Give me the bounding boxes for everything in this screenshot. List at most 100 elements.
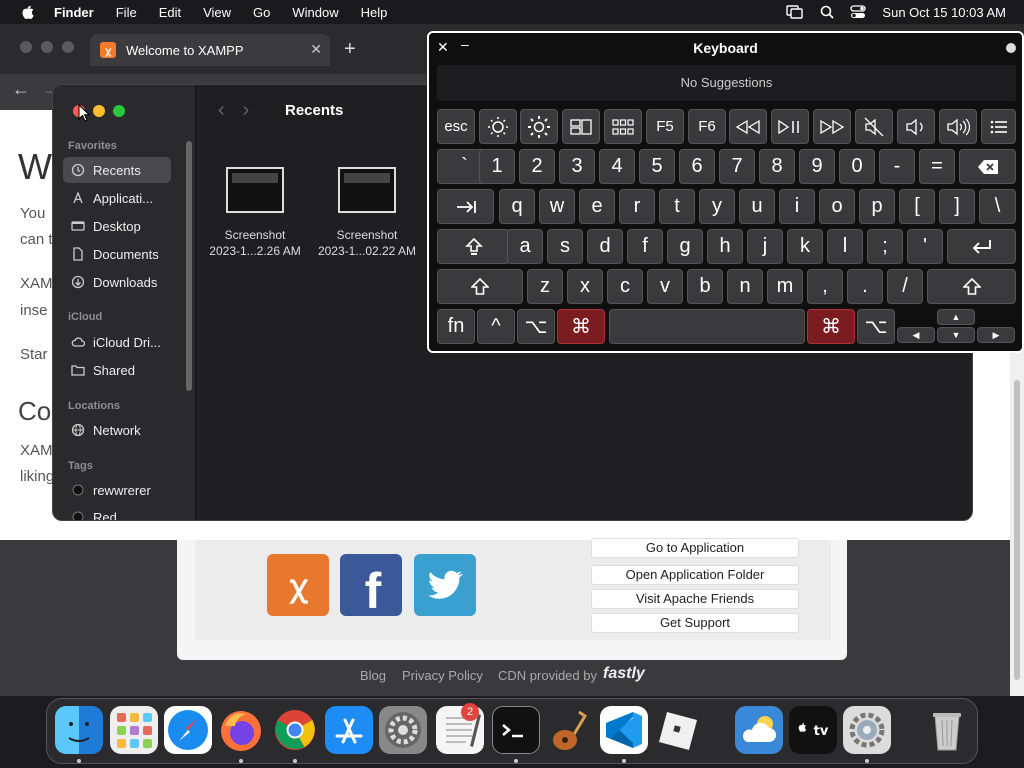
key-1[interactable]: 1 bbox=[479, 149, 515, 184]
back-arrow-icon[interactable]: ← bbox=[12, 79, 30, 100]
key-f5[interactable]: F5 bbox=[646, 109, 684, 144]
key-option-left[interactable]: ⌥ bbox=[517, 309, 555, 344]
go-to-application-button[interactable]: Go to Application bbox=[591, 538, 799, 558]
key-slash[interactable]: / bbox=[887, 269, 923, 304]
sidebar-item-desktop[interactable]: Desktop bbox=[63, 213, 171, 239]
key-mission-control[interactable] bbox=[562, 109, 600, 144]
key-n[interactable]: n bbox=[727, 269, 763, 304]
sidebar-item-shared[interactable]: Shared bbox=[63, 357, 171, 383]
weather-dock-icon[interactable] bbox=[735, 706, 783, 754]
key-arrow-up[interactable]: ▲ bbox=[937, 309, 975, 325]
sidebar-item-icloud-drive[interactable]: iCloud Dri... bbox=[63, 329, 171, 355]
tab-close-icon[interactable]: ✕ bbox=[310, 41, 322, 58]
key-c[interactable]: c bbox=[607, 269, 643, 304]
open-application-folder-button[interactable]: Open Application Folder bbox=[591, 565, 799, 585]
chrome-dock-icon[interactable] bbox=[271, 706, 319, 754]
key-j[interactable]: j bbox=[747, 229, 783, 264]
key-fast-forward[interactable] bbox=[813, 109, 851, 144]
safari-dock-icon[interactable] bbox=[164, 706, 212, 754]
sidebar-item-tag[interactable]: rewwrerer bbox=[63, 477, 171, 503]
scrollbar-thumb[interactable] bbox=[1014, 380, 1020, 680]
key-arrow-left[interactable]: ◀ bbox=[897, 327, 935, 343]
finder-nav-arrows[interactable]: ‹› bbox=[218, 99, 267, 122]
key-b[interactable]: b bbox=[687, 269, 723, 304]
key-shift-left[interactable] bbox=[437, 269, 523, 304]
menu-edit[interactable]: Edit bbox=[159, 5, 181, 20]
finder-minimize-button[interactable] bbox=[93, 105, 105, 117]
key-y[interactable]: y bbox=[699, 189, 735, 224]
new-tab-icon[interactable]: + bbox=[344, 38, 356, 61]
key-2[interactable]: 2 bbox=[519, 149, 555, 184]
firefox-dock-icon[interactable] bbox=[217, 706, 265, 754]
key-x[interactable]: x bbox=[567, 269, 603, 304]
key-volume-up[interactable] bbox=[939, 109, 977, 144]
key-caps-lock[interactable] bbox=[437, 229, 510, 264]
key-option-right[interactable]: ⌥ bbox=[857, 309, 895, 344]
menu-go[interactable]: Go bbox=[253, 5, 270, 20]
sidebar-item-documents[interactable]: Documents bbox=[63, 241, 171, 267]
key-r[interactable]: r bbox=[619, 189, 655, 224]
key-p[interactable]: p bbox=[859, 189, 895, 224]
key-arrow-down[interactable]: ▼ bbox=[937, 327, 975, 343]
key-4[interactable]: 4 bbox=[599, 149, 635, 184]
key-quote[interactable]: ' bbox=[907, 229, 943, 264]
apple-tv-dock-icon[interactable]: tv bbox=[789, 706, 837, 754]
key-command-left[interactable]: ⌘ bbox=[557, 309, 605, 344]
settings-gear-dock-icon[interactable] bbox=[843, 706, 891, 754]
key-7[interactable]: 7 bbox=[719, 149, 755, 184]
key-a[interactable]: a bbox=[507, 229, 543, 264]
key-list[interactable] bbox=[981, 109, 1016, 144]
key-5[interactable]: 5 bbox=[639, 149, 675, 184]
browser-minimize-light[interactable] bbox=[41, 41, 53, 53]
key-q[interactable]: q bbox=[499, 189, 535, 224]
menu-clock[interactable]: Sun Oct 15 10:03 AM bbox=[882, 5, 1006, 20]
key-m[interactable]: m bbox=[767, 269, 803, 304]
key-v[interactable]: v bbox=[647, 269, 683, 304]
key-w[interactable]: w bbox=[539, 189, 575, 224]
app-store-dock-icon[interactable] bbox=[325, 706, 373, 754]
key-return[interactable] bbox=[947, 229, 1016, 264]
key-8[interactable]: 8 bbox=[759, 149, 795, 184]
key-f[interactable]: f bbox=[627, 229, 663, 264]
launchpad-dock-icon[interactable] bbox=[110, 706, 158, 754]
roblox-dock-icon[interactable] bbox=[653, 706, 701, 754]
key-u[interactable]: u bbox=[739, 189, 775, 224]
terminal-dock-icon[interactable] bbox=[492, 706, 540, 754]
visit-apache-friends-button[interactable]: Visit Apache Friends bbox=[591, 589, 799, 609]
key-i[interactable]: i bbox=[779, 189, 815, 224]
key-launchpad[interactable] bbox=[604, 109, 642, 144]
key-volume-down[interactable] bbox=[897, 109, 935, 144]
facebook-icon[interactable]: f bbox=[340, 554, 402, 616]
key-tab[interactable] bbox=[437, 189, 494, 224]
key-0[interactable]: 0 bbox=[839, 149, 875, 184]
key-t[interactable]: t bbox=[659, 189, 695, 224]
finder-zoom-button[interactable] bbox=[113, 105, 125, 117]
footer-privacy-link[interactable]: Privacy Policy bbox=[402, 668, 483, 683]
key-fn[interactable]: fn bbox=[437, 309, 475, 344]
sidebar-scrollbar[interactable] bbox=[186, 141, 192, 391]
vscode-dock-icon[interactable] bbox=[600, 706, 648, 754]
key-o[interactable]: o bbox=[819, 189, 855, 224]
key-6[interactable]: 6 bbox=[679, 149, 715, 184]
key-s[interactable]: s bbox=[547, 229, 583, 264]
finder-dock-icon[interactable] bbox=[55, 706, 103, 754]
key-9[interactable]: 9 bbox=[799, 149, 835, 184]
screen-mirroring-icon[interactable] bbox=[786, 5, 804, 19]
footer-blog-link[interactable]: Blog bbox=[360, 668, 386, 683]
key-h[interactable]: h bbox=[707, 229, 743, 264]
xampp-logo-icon[interactable]: ꭓ bbox=[267, 554, 329, 616]
sidebar-item-downloads[interactable]: Downloads bbox=[63, 269, 171, 295]
menu-file[interactable]: File bbox=[116, 5, 137, 20]
keyboard-options-icon[interactable] bbox=[1006, 43, 1016, 53]
key-e[interactable]: e bbox=[579, 189, 615, 224]
control-center-icon[interactable] bbox=[850, 5, 867, 19]
key-rewind[interactable] bbox=[729, 109, 767, 144]
key-comma[interactable]: , bbox=[807, 269, 843, 304]
sidebar-item-applications[interactable]: Applicati... bbox=[63, 185, 171, 211]
browser-tab[interactable]: ꭓ Welcome to XAMPP ✕ bbox=[90, 34, 330, 66]
key-brightness-up[interactable] bbox=[520, 109, 558, 144]
key-arrow-right[interactable]: ▶ bbox=[977, 327, 1015, 343]
key-l[interactable]: l bbox=[827, 229, 863, 264]
key-mute[interactable] bbox=[855, 109, 893, 144]
key-g[interactable]: g bbox=[667, 229, 703, 264]
